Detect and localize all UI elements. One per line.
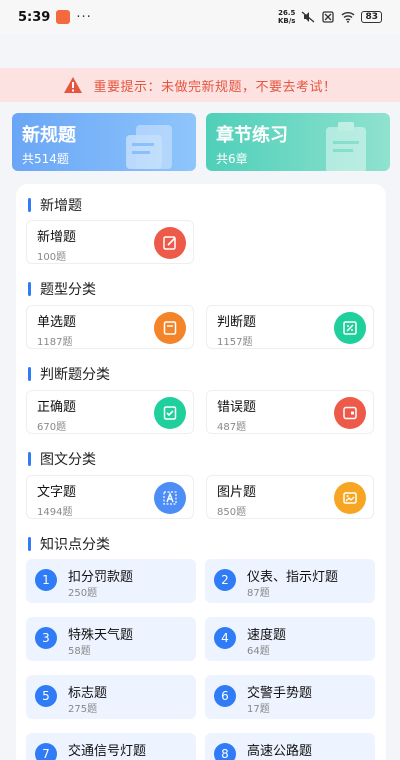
single-choice-icon xyxy=(154,312,186,344)
item-label: 扣分罚款题 xyxy=(68,570,134,585)
status-bar: 5:39 ··· 26.5 KB/s 83 xyxy=(0,0,400,34)
section-marker xyxy=(28,367,31,381)
item-count: 58题 xyxy=(68,646,91,657)
battery-indicator: 83 xyxy=(361,11,382,23)
section-judgement: 判断题分类 xyxy=(28,364,110,384)
new-rules-card[interactable]: 新规题 共514题 xyxy=(12,113,196,171)
knowledge-item-8[interactable]: 8 高速公路题 xyxy=(205,733,375,760)
item-label: 速度题 xyxy=(247,628,287,643)
section-title: 新增题 xyxy=(40,198,82,214)
section-title: 题型分类 xyxy=(40,282,96,298)
text-icon xyxy=(154,482,186,514)
section-question-type: 题型分类 xyxy=(28,279,96,299)
clipboard-icon xyxy=(326,122,366,171)
tile-single-choice[interactable]: 单选题 1187题 xyxy=(26,305,194,349)
knowledge-item-4[interactable]: 4 速度题 64题 xyxy=(205,617,375,661)
correct-icon xyxy=(154,397,186,429)
item-number: 2 xyxy=(214,569,236,591)
section-title: 知识点分类 xyxy=(40,537,110,553)
wifi-icon xyxy=(342,12,355,23)
section-marker xyxy=(28,198,31,212)
tile-text-questions[interactable]: 文字题 1494题 xyxy=(26,475,194,519)
item-number: 5 xyxy=(35,685,57,707)
documents-icon xyxy=(126,125,172,169)
item-count: 17题 xyxy=(247,704,270,715)
section-marker xyxy=(28,452,31,466)
item-count: 87题 xyxy=(247,588,270,599)
mute-icon xyxy=(302,11,315,23)
section-knowledge: 知识点分类 xyxy=(28,534,110,554)
no-sim-icon xyxy=(322,11,335,23)
item-count: 275题 xyxy=(68,704,98,715)
tile-correct[interactable]: 正确题 670题 xyxy=(26,390,194,434)
section-text-image: 图文分类 xyxy=(28,449,96,469)
knowledge-item-1[interactable]: 1 扣分罚款题 250题 xyxy=(26,559,196,603)
item-number: 3 xyxy=(35,627,57,649)
knowledge-item-2[interactable]: 2 仪表、指示灯题 87题 xyxy=(205,559,375,603)
item-label: 交警手势题 xyxy=(247,686,313,701)
knowledge-item-6[interactable]: 6 交警手势题 17题 xyxy=(205,675,375,719)
item-label: 标志题 xyxy=(68,686,108,701)
item-count: 250题 xyxy=(68,588,98,599)
section-new-questions: 新增题 xyxy=(28,195,82,215)
item-label: 仪表、指示灯题 xyxy=(247,570,339,585)
category-panel: 新增题 新增题 100题 题型分类 单选题 1187题 判断题 1157题 判断… xyxy=(16,184,386,760)
item-label: 高速公路题 xyxy=(247,744,313,759)
section-title: 图文分类 xyxy=(40,452,96,468)
knowledge-item-3[interactable]: 3 特殊天气题 58题 xyxy=(26,617,196,661)
item-number: 7 xyxy=(35,743,57,760)
item-number: 4 xyxy=(214,627,236,649)
warning-banner: 重要提示：未做完新规题，不要去考试！ xyxy=(0,68,400,102)
tile-true-false[interactable]: 判断题 1157题 xyxy=(206,305,374,349)
network-speed: 26.5 KB/s xyxy=(277,9,296,25)
item-number: 1 xyxy=(35,569,57,591)
section-title: 判断题分类 xyxy=(40,367,110,383)
warning-icon xyxy=(64,77,83,93)
item-label: 交通信号灯题 xyxy=(68,744,147,759)
knowledge-item-7[interactable]: 7 交通信号灯题 xyxy=(26,733,196,760)
item-count: 64题 xyxy=(247,646,270,657)
tile-image-questions[interactable]: 图片题 850题 xyxy=(206,475,374,519)
wrong-icon xyxy=(334,397,366,429)
knowledge-item-5[interactable]: 5 标志题 275题 xyxy=(26,675,196,719)
item-number: 8 xyxy=(214,743,236,760)
judge-icon xyxy=(334,312,366,344)
warning-text: 重要提示：未做完新规题，不要去考试！ xyxy=(93,79,337,95)
image-icon xyxy=(334,482,366,514)
status-time: 5:39 xyxy=(18,9,51,25)
item-number: 6 xyxy=(214,685,236,707)
section-marker xyxy=(28,537,31,551)
item-label: 特殊天气题 xyxy=(68,628,134,643)
section-marker xyxy=(28,282,31,296)
tile-new-questions[interactable]: 新增题 100题 xyxy=(26,220,194,264)
chapter-practice-card[interactable]: 章节练习 共6章 xyxy=(206,113,390,171)
tile-wrong[interactable]: 错误题 487题 xyxy=(206,390,374,434)
edit-icon xyxy=(154,227,186,259)
notification-app-icon xyxy=(56,10,71,24)
more-notifications-icon: ··· xyxy=(76,9,92,25)
